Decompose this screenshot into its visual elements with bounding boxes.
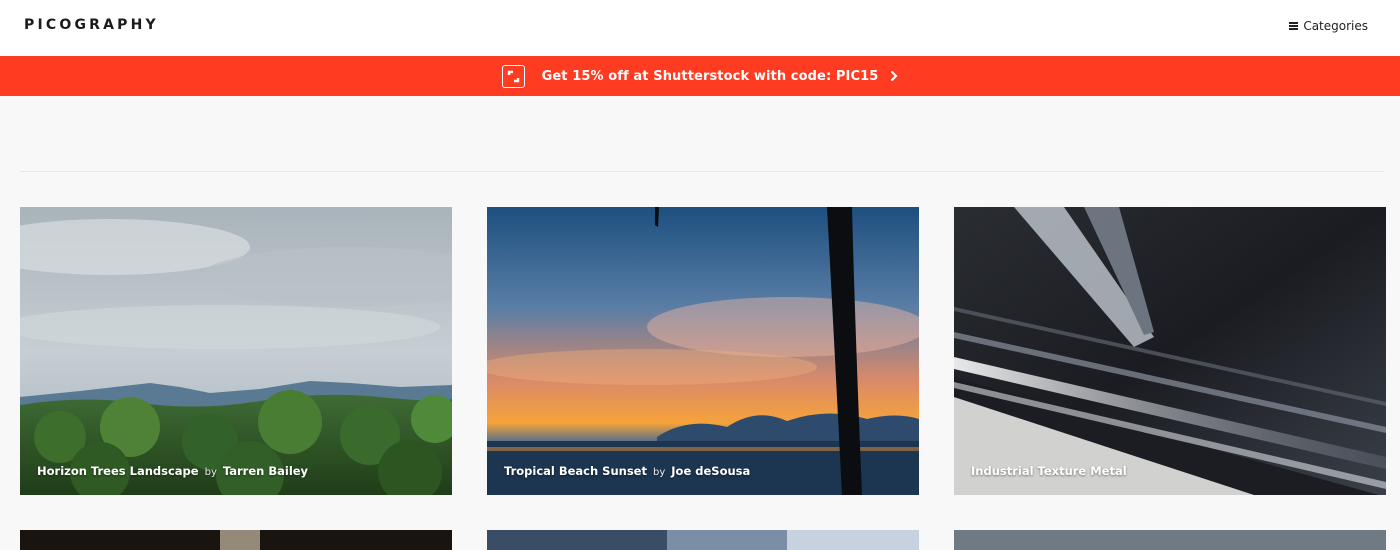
chevron-right-icon [890,70,898,82]
photo-caption[interactable]: Industrial Texture Metal [971,464,1127,478]
photo-card[interactable] [487,530,919,550]
photo-author: Joe deSousa [671,464,751,478]
photo-title: Industrial Texture Metal [971,464,1127,478]
categories-label: Categories [1303,19,1368,33]
by-label: by [204,467,217,478]
photo-thumbnail [487,530,667,550]
photo-card[interactable]: Horizon Trees Landscape by Tarren Bailey [20,207,452,495]
photo-caption[interactable]: Tropical Beach Sunset by Joe deSousa [504,464,750,478]
promo-banner[interactable]: Get 15% off at Shutterstock with code: P… [0,56,1400,96]
photo-caption[interactable]: Horizon Trees Landscape by Tarren Bailey [37,464,308,478]
section-divider [20,171,1384,172]
metal-texture-photo [954,207,1386,495]
photo-thumbnail [220,530,260,550]
site-header: PICOGRAPHY Categories [0,0,1400,56]
photo-card[interactable]: Tropical Beach Sunset by Joe deSousa [487,207,919,495]
hamburger-icon [1289,22,1299,30]
promo-text: Get 15% off at Shutterstock with code: P… [541,68,879,84]
sunset-photo [487,207,919,495]
photo-title: Tropical Beach Sunset [504,464,647,478]
photo-card[interactable] [954,530,1386,550]
shutterstock-icon [501,64,525,88]
landscape-photo [20,207,452,495]
photo-author: Tarren Bailey [222,464,309,478]
photo-title: Horizon Trees Landscape [37,464,199,478]
site-logo[interactable]: PICOGRAPHY [24,17,159,33]
photo-thumbnail [787,530,919,550]
by-label: by [653,467,666,478]
photo-card[interactable]: Industrial Texture Metal [954,207,1386,495]
categories-button[interactable]: Categories [1289,19,1368,33]
photo-card[interactable] [20,530,452,550]
